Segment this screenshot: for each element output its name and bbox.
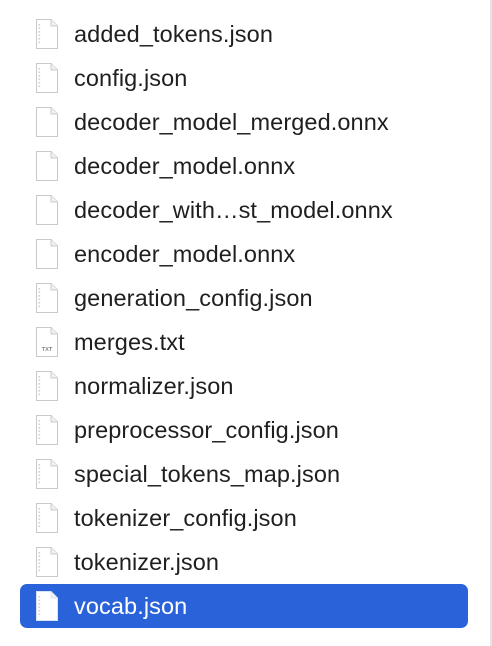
file-row-special-tokens-map-json[interactable]: special_tokens_map.json: [20, 452, 468, 496]
file-name: special_tokens_map.json: [74, 461, 341, 487]
file-row-vocab-json[interactable]: vocab.json: [20, 584, 468, 628]
file-name: decoder_with…st_model.onnx: [74, 197, 393, 223]
file-row-normalizer-json[interactable]: normalizer.json: [20, 364, 468, 408]
generic-file-icon: [34, 106, 60, 138]
file-row-preprocessor-config-json[interactable]: preprocessor_config.json: [20, 408, 468, 452]
file-name: tokenizer_config.json: [74, 505, 297, 531]
file-row-decoder-model-merged-onnx[interactable]: decoder_model_merged.onnx: [20, 100, 468, 144]
file-name: encoder_model.onnx: [74, 241, 296, 267]
file-row-decoder-with-past-model-onnx[interactable]: decoder_with…st_model.onnx: [20, 188, 468, 232]
file-name: merges.txt: [74, 329, 185, 355]
file-row-generation-config-json[interactable]: generation_config.json: [20, 276, 468, 320]
file-name: normalizer.json: [74, 373, 234, 399]
json-file-icon: [34, 18, 60, 50]
generic-file-icon: [34, 238, 60, 270]
file-name: added_tokens.json: [74, 21, 273, 47]
file-row-encoder-model-onnx[interactable]: encoder_model.onnx: [20, 232, 468, 276]
file-row-config-json[interactable]: config.json: [20, 56, 468, 100]
json-file-icon: [34, 370, 60, 402]
json-file-icon: [34, 458, 60, 490]
file-row-tokenizer-json[interactable]: tokenizer.json: [20, 540, 468, 584]
file-name: generation_config.json: [74, 285, 313, 311]
json-file-icon: [34, 590, 60, 622]
json-file-icon: [34, 546, 60, 578]
file-row-merges-txt[interactable]: TXT merges.txt: [20, 320, 468, 364]
file-name: preprocessor_config.json: [74, 417, 339, 443]
file-row-added-tokens-json[interactable]: added_tokens.json: [20, 12, 468, 56]
json-file-icon: [34, 414, 60, 446]
json-file-icon: [34, 502, 60, 534]
file-name: decoder_model_merged.onnx: [74, 109, 389, 135]
file-row-tokenizer-config-json[interactable]: tokenizer_config.json: [20, 496, 468, 540]
svg-text:TXT: TXT: [41, 347, 53, 353]
json-file-icon: [34, 62, 60, 94]
file-list: added_tokens.json config.json decoder_mo…: [20, 12, 468, 628]
file-name: vocab.json: [74, 593, 188, 619]
json-file-icon: [34, 282, 60, 314]
generic-file-icon: [34, 194, 60, 226]
file-name: config.json: [74, 65, 188, 91]
file-name: tokenizer.json: [74, 549, 220, 575]
file-row-decoder-model-onnx[interactable]: decoder_model.onnx: [20, 144, 468, 188]
txt-file-icon: TXT: [34, 326, 60, 358]
generic-file-icon: [34, 150, 60, 182]
file-name: decoder_model.onnx: [74, 153, 296, 179]
finder-window: added_tokens.json config.json decoder_mo…: [0, 0, 492, 646]
